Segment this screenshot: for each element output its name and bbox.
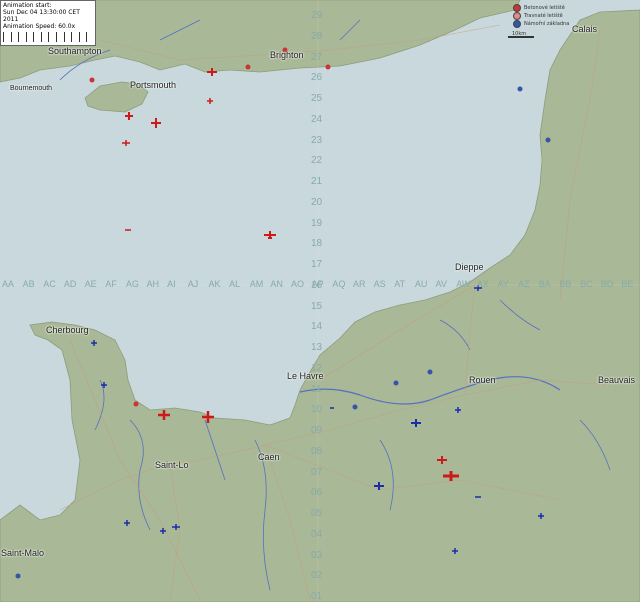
grid-row-label: 09 [311, 425, 323, 437]
grid-row-label: 11 [311, 383, 322, 395]
grid-column-label: AV [435, 279, 447, 289]
grid-column-label: AG [125, 279, 139, 289]
grid-row-label: 28 [311, 30, 323, 42]
city-label-portsmouth: Portsmouth [130, 80, 177, 90]
grid-column-label: AN [270, 279, 283, 289]
grid-row-label: 12 [311, 362, 323, 374]
grid-column-label: AR [352, 279, 366, 289]
grid-row-label: 19 [311, 217, 323, 229]
grid-row-label: 05 [311, 508, 323, 520]
animation-start-time: Sun Dec 04 13:30:00 CET 2011 [3, 9, 80, 23]
grid-row-label: 02 [311, 570, 323, 582]
grid-row-label: 03 [311, 549, 323, 561]
city-label-dieppe: Dieppe [455, 262, 484, 272]
legend-item: Betonové letiště [513, 4, 603, 12]
grid-column-label: AD [63, 279, 77, 289]
animation-info-panel: Animation start: Sun Dec 04 13:30:00 CET… [0, 0, 96, 46]
grid-column-label: BC [580, 279, 593, 289]
city-label-saint-malo: Saint-Malo [1, 548, 45, 558]
grid-column-label: AF [105, 279, 117, 289]
grid-column-label: AS [373, 279, 386, 289]
concrete-airfield-icon [513, 4, 521, 12]
city-label-bournemouth: Bournemouth [10, 85, 53, 92]
grid-column-label: AJ [187, 279, 199, 289]
grid-row-label: 06 [311, 487, 323, 499]
grass-airfield-icon [513, 12, 521, 20]
city-label-cherbourg: Cherbourg [46, 325, 89, 335]
grid-row-label: 18 [311, 238, 323, 250]
legend-label: Travnaté letiště [524, 13, 563, 19]
grid-row-label: 10 [311, 404, 323, 416]
grid-column-label: BB [559, 279, 572, 289]
grid-column-label: AQ [332, 279, 346, 289]
grid-row-label: 01 [311, 591, 323, 602]
grid-column-label: AI [167, 279, 176, 289]
grid-row-label: 27 [311, 51, 323, 63]
grid-row-label: 22 [311, 155, 323, 167]
grid-row-label: 07 [311, 466, 323, 478]
grid-column-label: AO [291, 279, 305, 289]
city-label-beauvais: Beauvais [598, 375, 636, 385]
grid-row-label: 15 [311, 300, 323, 312]
grid-row-label: 14 [311, 321, 323, 333]
legend-label: Námořní základna [524, 21, 570, 27]
city-label-caen: Caen [258, 452, 280, 462]
grid-column-label: BD [600, 279, 614, 289]
grid-column-label: AB [22, 279, 35, 289]
grid-column-label: AW [456, 279, 471, 289]
city-label-southampton: Southampton [48, 46, 102, 56]
grid-row-label: 25 [311, 93, 323, 105]
animation-start-label: Animation start: [3, 2, 52, 9]
grid-column-label: BA [538, 279, 551, 289]
legend-item: Travnaté letiště [513, 12, 603, 20]
city-label-rouen: Rouen [469, 375, 496, 385]
timeline-ticks[interactable] [3, 32, 93, 42]
grid-row-label: 26 [311, 72, 323, 84]
grid-column-label: AH [146, 279, 160, 289]
grid-row-label: 16 [311, 279, 323, 291]
grid-row-label: 24 [311, 113, 323, 125]
grid-row-label: 17 [311, 259, 323, 271]
grid-row-label: 20 [311, 196, 323, 208]
grid-column-label: AT [394, 279, 406, 289]
grid-row-label: 29 [311, 10, 323, 21]
grid-row-label: 13 [311, 342, 323, 354]
city-label-calais: Calais [572, 24, 598, 34]
grid-row-label: 23 [311, 134, 323, 146]
city-label-brighton: Brighton [270, 50, 304, 60]
animation-speed: Animation Speed: 60.0x [3, 23, 76, 30]
grid-column-label: AC [43, 279, 56, 289]
grid-column-label: AY [497, 279, 509, 289]
grid-column-label: BE [621, 279, 634, 289]
city-label-saint-lo: Saint-Lo [155, 460, 189, 470]
scale-bar [508, 36, 534, 38]
grid-row-label: 04 [311, 528, 323, 540]
grid-column-label: AK [208, 279, 221, 289]
grid-column-label: AE [84, 279, 97, 289]
grid-column-label: AA [2, 279, 15, 289]
naval-base-icon [513, 20, 521, 28]
legend-label: Betonové letiště [524, 5, 565, 11]
grid-row-label: 08 [311, 445, 323, 457]
grid-column-label: AM [249, 279, 264, 289]
grid-column-label: AX [476, 279, 489, 289]
grid-column-label: AL [229, 279, 241, 289]
grid-row-label: 21 [311, 176, 323, 188]
grid-column-label: AU [414, 279, 428, 289]
grid-column-label: AZ [518, 279, 530, 289]
